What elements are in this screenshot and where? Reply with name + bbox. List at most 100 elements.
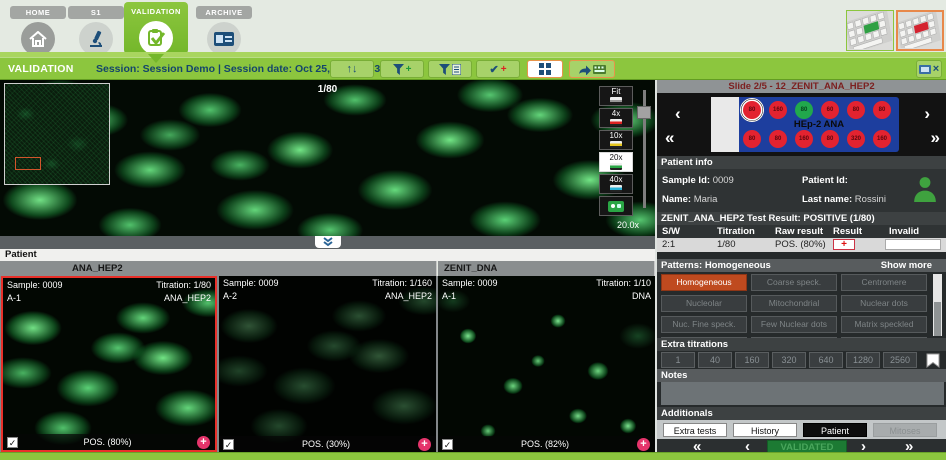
zoom-10x-button[interactable]: 10x	[599, 130, 633, 150]
pattern-button-clipped[interactable]	[841, 337, 927, 338]
zoom-40x-button[interactable]: 40x	[599, 174, 633, 194]
titration-40-button[interactable]: 40	[698, 352, 732, 368]
well-2[interactable]: 160	[769, 101, 787, 119]
viewer-navigator-minimap[interactable]	[4, 83, 110, 185]
tab-archive[interactable]: ARCHIVE	[196, 6, 252, 52]
show-more-link[interactable]: Show more	[881, 259, 932, 272]
last-name-label: Last name:	[802, 194, 852, 205]
filter-list-button[interactable]	[428, 60, 472, 78]
notes-input[interactable]	[661, 382, 944, 405]
pattern-button-clipped[interactable]	[751, 337, 837, 338]
add-result-button[interactable]: +	[197, 436, 210, 449]
sort-button[interactable]: ↑↓	[330, 60, 374, 78]
close-keyboard-button[interactable]: ×	[916, 60, 942, 78]
thumb-titration: Titration: 1/80	[156, 280, 211, 290]
main-microscopy-viewer[interactable]: 1/80 Fit 4x 10x 20x 40x 20.0x	[0, 80, 655, 236]
result-positive-box[interactable]: +	[833, 239, 855, 250]
pattern-matrix-speckled-button[interactable]: Matrix speckled	[841, 316, 927, 333]
home-icon	[21, 22, 55, 56]
thumb-checkbox[interactable]: ✓	[223, 439, 234, 450]
pattern-nuc-fine-speck-button[interactable]: Nuc. Fine speck.	[661, 316, 747, 333]
camera-capture-button[interactable]	[599, 196, 633, 216]
keyboard-icon	[593, 65, 606, 74]
close-icon: ×	[933, 63, 939, 75]
titration-1280-button[interactable]: 1280	[846, 352, 880, 368]
pattern-nuclear-dots-button[interactable]: Nuclear dots	[841, 295, 927, 312]
titration-160-button[interactable]: 160	[735, 352, 769, 368]
prev-slide-arrow[interactable]: ‹	[675, 107, 681, 121]
tab-validation[interactable]: VALIDATION	[124, 2, 188, 54]
test-group-header-zenit-dna: ZENIT_DNA	[438, 261, 655, 276]
add-filter-button[interactable]: +	[380, 60, 424, 78]
extra-tests-button[interactable]: Extra tests	[663, 423, 727, 437]
well-10[interactable]: 80	[821, 130, 839, 148]
objective-20x-icon	[610, 163, 622, 170]
sample-id-label: Sample Id:	[662, 175, 710, 186]
tab-archive-label: ARCHIVE	[196, 6, 252, 19]
add-result-button[interactable]: +	[637, 438, 650, 451]
thumb-sample: Sample: 0009	[223, 278, 279, 288]
well-8[interactable]: 80	[769, 130, 787, 148]
well-7[interactable]: 80	[743, 130, 761, 148]
thumb-checkbox[interactable]: ✓	[7, 437, 18, 448]
titration-1-button[interactable]: 1	[661, 352, 695, 368]
first-slide-arrow[interactable]: «	[665, 131, 674, 145]
bookmark-icon[interactable]	[926, 353, 940, 368]
thumbnail-ana-hep2-1-80[interactable]: Sample: 0009Titration: 1/80 A-1ANA_HEP2 …	[1, 276, 217, 452]
objective-fit-icon	[610, 97, 622, 104]
well-5[interactable]: 80	[847, 101, 865, 119]
titration-320-button[interactable]: 320	[772, 352, 806, 368]
objective-10x-icon	[610, 141, 622, 148]
validate-add-button[interactable]: ✔+	[476, 60, 520, 78]
toolbar-title: VALIDATION	[8, 63, 74, 75]
pattern-mitochondrial-button[interactable]: Mitochondrial	[751, 295, 837, 312]
well-3[interactable]: 80	[795, 101, 813, 119]
objective-40x-icon	[610, 185, 622, 192]
thumbnail-zenit-dna-1-10[interactable]: Sample: 0009Titration: 1/10 A-1DNA ✓ POS…	[438, 276, 655, 452]
invalid-checkbox[interactable]	[885, 239, 941, 250]
keyboard-validate-green-button[interactable]	[846, 10, 894, 51]
mitoses-button[interactable]: Mitoses	[873, 423, 937, 437]
pattern-centromere-button[interactable]: Centromere	[841, 274, 927, 291]
pattern-few-nuclear-dots-button[interactable]: Few Nuclear dots	[751, 316, 837, 333]
well-6[interactable]: 80	[873, 101, 891, 119]
pattern-nucleolar-button[interactable]: Nucleolar	[661, 295, 747, 312]
zoom-4x-button[interactable]: 4x	[599, 108, 633, 128]
grid-view-button[interactable]	[527, 60, 563, 78]
zoom-level-value: 20.0x	[617, 220, 639, 230]
patient-person-icon[interactable]	[912, 174, 938, 204]
next-slide-arrow[interactable]: ›	[924, 107, 930, 121]
add-result-button[interactable]: +	[418, 438, 431, 451]
well-4[interactable]: 60	[821, 101, 839, 119]
thumb-checkbox[interactable]: ✓	[442, 439, 453, 450]
patterns-scrollbar-thumb[interactable]	[934, 302, 941, 336]
zoom-fit-button[interactable]: Fit	[599, 86, 633, 106]
zoom-20x-button[interactable]: 20x	[599, 152, 633, 172]
pattern-coarse-speck-button[interactable]: Coarse speck.	[751, 274, 837, 291]
zoom-slider-thumb[interactable]	[637, 106, 651, 119]
send-to-keyboard-button[interactable]	[569, 60, 615, 78]
pattern-button-clipped[interactable]	[661, 337, 747, 338]
viewer-splitter-bar	[0, 236, 655, 249]
collapse-panel-button[interactable]	[315, 236, 341, 248]
thumb-well: A-2	[223, 291, 237, 301]
additionals-header: Additionals	[657, 407, 946, 420]
titration-640-button[interactable]: 640	[809, 352, 843, 368]
well-11[interactable]: 320	[847, 130, 865, 148]
last-slide-arrow[interactable]: »	[931, 131, 940, 145]
well-12[interactable]: 160	[873, 130, 891, 148]
navigator-viewport-rect[interactable]	[15, 157, 41, 170]
tab-home-label: HOME	[10, 6, 66, 19]
pattern-homogeneous-button[interactable]: Homogeneous	[661, 274, 747, 291]
well-1[interactable]: 80	[743, 101, 761, 119]
thumbnail-ana-hep2-1-160[interactable]: Sample: 0009Titration: 1/160 A-2ANA_HEP2…	[219, 276, 436, 452]
app-window: HOME S1 VALIDATION ARCHIVE	[0, 0, 946, 460]
tab-s1[interactable]: S1	[68, 6, 124, 52]
titration-2560-button[interactable]: 2560	[883, 352, 917, 368]
tab-home[interactable]: HOME	[10, 6, 66, 52]
well-9[interactable]: 160	[795, 130, 813, 148]
patient-button[interactable]: Patient	[803, 423, 867, 437]
tab-s1-label: S1	[68, 6, 124, 19]
keyboard-reject-red-button[interactable]	[896, 10, 944, 51]
history-button[interactable]: History	[733, 423, 797, 437]
